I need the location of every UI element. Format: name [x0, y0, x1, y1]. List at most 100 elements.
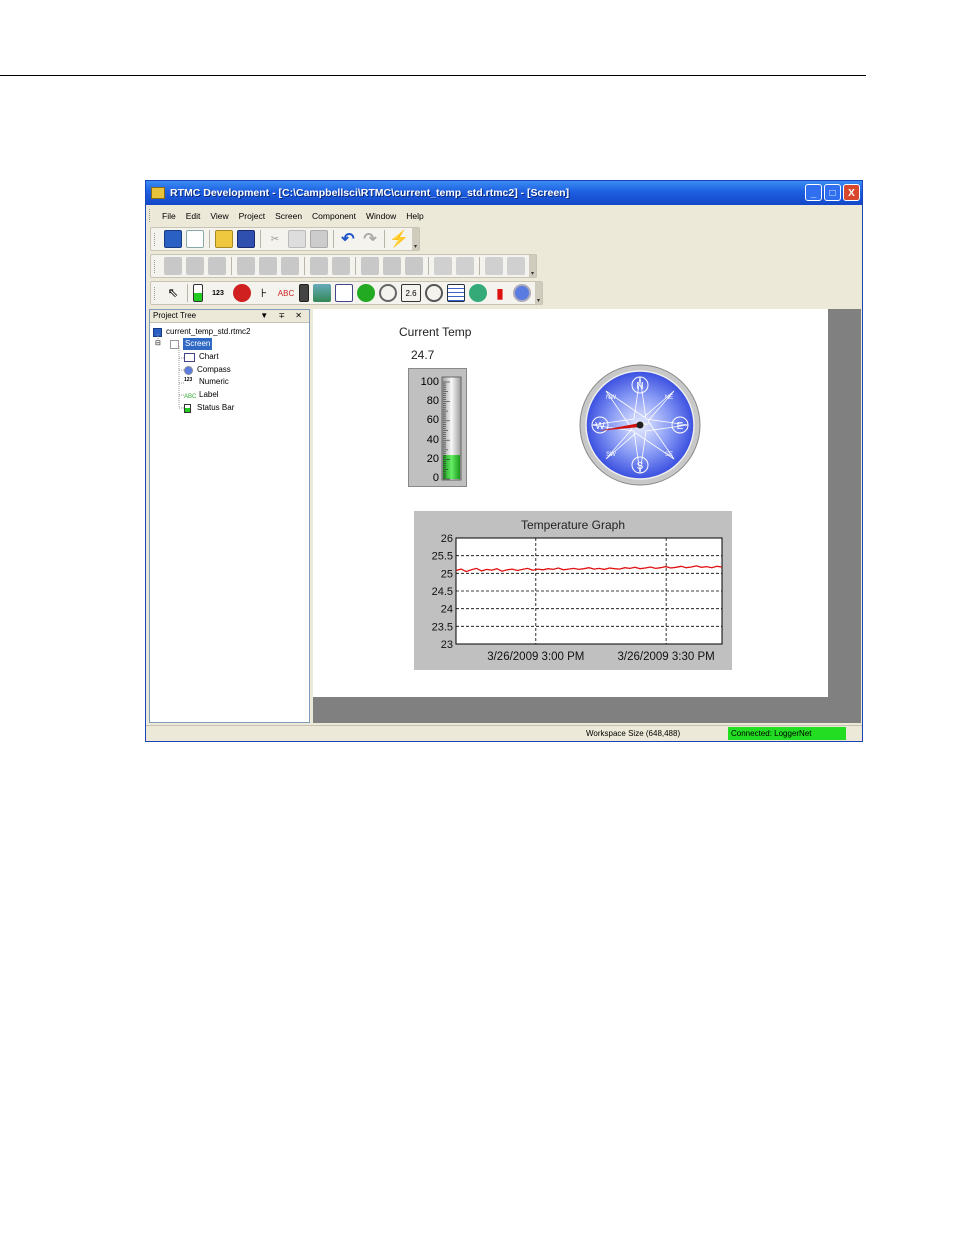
title-bar[interactable]: RTMC Development - [C:\Campbellsci\RTMC\…: [146, 181, 862, 205]
space-vertical-icon[interactable]: [332, 257, 350, 275]
toolbar-separator: [260, 230, 261, 248]
align-center-icon[interactable]: [259, 257, 277, 275]
open-folder-icon[interactable]: [215, 230, 233, 248]
status-bar-icon[interactable]: [299, 284, 309, 302]
align-top-icon[interactable]: [164, 257, 182, 275]
same-width-icon[interactable]: [361, 257, 379, 275]
redo-icon[interactable]: ↷: [361, 230, 379, 248]
toolbar-grip[interactable]: [154, 232, 158, 246]
menu-grip[interactable]: [149, 209, 153, 222]
align-bottom-icon[interactable]: [208, 257, 226, 275]
gauge-scale-label: 20: [427, 453, 439, 465]
chart-y-tick-label: 23.5: [432, 621, 453, 633]
tree-screen[interactable]: ⊟ Screen: [155, 338, 213, 350]
chart-icon[interactable]: [335, 284, 353, 302]
undo-icon[interactable]: ↶: [339, 230, 357, 248]
same-height-icon[interactable]: [383, 257, 401, 275]
save-icon[interactable]: [237, 230, 255, 248]
new-screen-icon[interactable]: [186, 230, 204, 248]
tree-item-chart[interactable]: Chart: [184, 351, 219, 363]
tree-item-label: Compass: [197, 365, 231, 374]
label-abc-icon[interactable]: ABC: [277, 284, 295, 302]
gauge-scale-label: 80: [427, 395, 439, 407]
maximize-button[interactable]: □: [824, 184, 841, 201]
current-temp-title[interactable]: Current Temp: [399, 325, 471, 339]
compass-icon: [184, 365, 193, 375]
menu-help[interactable]: Help: [401, 211, 428, 221]
close-button[interactable]: X: [843, 184, 860, 201]
digital-icon[interactable]: ⊦: [255, 284, 273, 302]
compass-widget[interactable]: N E S W NE SE SW NW: [578, 363, 702, 487]
table-icon[interactable]: [447, 284, 465, 302]
workspace[interactable]: Current Temp 24.7 100 80 60 40 20 0 N E …: [313, 309, 861, 723]
compass-label-se: SE: [665, 452, 673, 458]
center-vertical-icon[interactable]: [456, 257, 474, 275]
run-lightning-icon[interactable]: ⚡: [389, 230, 409, 248]
alarm-icon[interactable]: [233, 284, 251, 302]
temperature-bar-gauge[interactable]: 100 80 60 40 20 0: [408, 368, 467, 487]
center-horizontal-icon[interactable]: [434, 257, 452, 275]
menu-component[interactable]: Component: [307, 211, 361, 221]
paste-icon[interactable]: [310, 230, 328, 248]
tree-root[interactable]: current_temp_std.rtmc2: [153, 326, 250, 338]
cut-icon[interactable]: ✂: [266, 230, 284, 248]
chart-icon: [184, 352, 195, 362]
current-temp-value[interactable]: 24.7: [411, 348, 434, 362]
pointer-icon[interactable]: ⇖: [164, 284, 182, 302]
menu-edit[interactable]: Edit: [181, 211, 206, 221]
toolbar-overflow-icon[interactable]: ▾: [412, 228, 419, 250]
menu-screen[interactable]: Screen: [270, 211, 307, 221]
status-bar: Workspace Size (648,488) Connected: Logg…: [146, 725, 862, 741]
workspace-size: Workspace Size (648,488): [586, 729, 681, 738]
tree-item-label: Chart: [199, 352, 219, 361]
bring-to-front-icon[interactable]: [485, 257, 503, 275]
send-to-back-icon[interactable]: [507, 257, 525, 275]
toolbar-overflow-icon[interactable]: ▾: [535, 282, 542, 304]
align-right-icon[interactable]: [281, 257, 299, 275]
wind-rose-icon[interactable]: [469, 284, 487, 302]
copy-icon[interactable]: [288, 230, 306, 248]
bar-gauge-icon[interactable]: [193, 284, 203, 302]
numeric-display-icon[interactable]: 123: [207, 284, 229, 302]
space-horizontal-icon[interactable]: [310, 257, 328, 275]
toolbar-separator: [231, 257, 232, 275]
screen-canvas[interactable]: Current Temp 24.7 100 80 60 40 20 0 N E …: [313, 309, 828, 697]
menu-view[interactable]: View: [205, 211, 233, 221]
align-left-icon[interactable]: [237, 257, 255, 275]
toolbar-grip[interactable]: [154, 259, 158, 273]
temperature-chart[interactable]: Temperature Graph 26 25.5 25 24.5 24 23.5 23 3…: [414, 511, 732, 670]
tree-item-status-bar[interactable]: Status Bar: [184, 402, 234, 414]
align-middle-icon[interactable]: [186, 257, 204, 275]
menu-file[interactable]: File: [157, 211, 181, 221]
menu-window[interactable]: Window: [361, 211, 401, 221]
tree-item-numeric[interactable]: 123 Numeric: [184, 376, 229, 388]
tree-item-compass[interactable]: Compass: [184, 364, 231, 376]
chart-y-tick-label: 24: [441, 604, 453, 616]
gauge-scale-label: 40: [427, 434, 439, 446]
window-title: RTMC Development - [C:\Campbellsci\RTMC\…: [170, 187, 570, 199]
panel-controls[interactable]: ▼ ∓ ✕: [260, 310, 306, 322]
project-tree-header: Project Tree ▼ ∓ ✕: [150, 310, 309, 323]
app-icon: [151, 187, 165, 199]
numeric-input-icon[interactable]: 2.6: [401, 284, 421, 302]
tree-item-label-component[interactable]: ABC Label: [184, 389, 219, 401]
compass-label-n: N: [636, 381, 643, 392]
project-tree-panel: Project Tree ▼ ∓ ✕ current_temp_std.rtmc…: [149, 309, 310, 723]
image-icon[interactable]: [313, 284, 331, 302]
compass-icon[interactable]: [513, 284, 531, 302]
toolbar-separator: [384, 230, 385, 248]
clock-icon[interactable]: [379, 284, 397, 302]
app-window: RTMC Development - [C:\Campbellsci\RTMC\…: [145, 180, 863, 742]
same-size-icon[interactable]: [405, 257, 423, 275]
switch-icon[interactable]: [357, 284, 375, 302]
tree-item-label: Status Bar: [197, 403, 235, 412]
thermometer-icon[interactable]: ▮: [491, 284, 509, 302]
minimize-button[interactable]: _: [805, 184, 822, 201]
collapse-icon[interactable]: ⊟: [155, 338, 164, 350]
menu-project[interactable]: Project: [234, 211, 270, 221]
chart-y-tick-label: 25.5: [432, 551, 453, 563]
toolbar-overflow-icon[interactable]: ▾: [529, 255, 536, 277]
dial-gauge-icon[interactable]: [425, 284, 443, 302]
new-project-icon[interactable]: [164, 230, 182, 248]
toolbar-grip[interactable]: [154, 286, 158, 300]
